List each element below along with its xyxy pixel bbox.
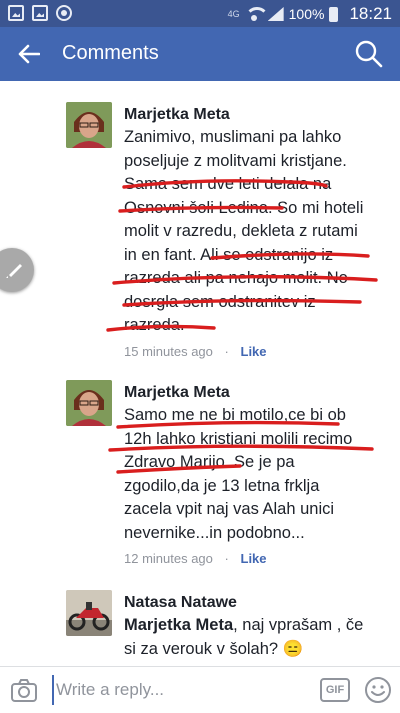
gallery-icon	[8, 5, 24, 21]
notification-icons	[8, 5, 72, 21]
avatar[interactable]	[66, 590, 112, 636]
comment-body: Marjetka Meta Samo me ne bi motilo,ce bi…	[124, 382, 390, 566]
search-icon	[355, 40, 383, 68]
edit-button[interactable]	[0, 248, 34, 292]
smiley-icon	[365, 677, 391, 703]
reply-bar: GIF	[0, 666, 400, 713]
search-button[interactable]	[354, 39, 384, 69]
wifi-icon	[244, 7, 269, 21]
comment-timestamp: 15 minutes ago	[124, 343, 213, 359]
sticker-button[interactable]	[364, 676, 392, 704]
status-bar: 4G 100% 18:21	[0, 0, 400, 27]
comment-author[interactable]: Marjetka Meta	[124, 104, 390, 126]
app-bar: Comments	[0, 27, 400, 81]
battery-icon	[329, 6, 339, 22]
battery-percent: 100%	[288, 6, 325, 22]
system-indicators: 4G 100% 18:21	[228, 4, 392, 24]
gallery-icon	[32, 5, 48, 21]
signal-icon	[267, 7, 284, 21]
comment-body: Natasa Natawe Marjetka Meta, naj vprašam…	[124, 592, 390, 661]
profile-photo-icon	[66, 102, 112, 148]
avatar[interactable]	[66, 380, 112, 426]
like-button[interactable]: Like	[241, 551, 267, 566]
comment-text: Samo me ne bi motilo,ce bi ob 12h lahko …	[124, 406, 353, 542]
comment-meta: 12 minutes ago · Like	[124, 551, 390, 566]
separator-dot: ·	[224, 343, 229, 359]
separator-dot: ·	[224, 551, 229, 566]
comment-body: Marjetka Meta Zanimivo, muslimani pa lah…	[124, 104, 390, 359]
mention-link[interactable]: Marjetka Meta	[124, 616, 233, 634]
avatar[interactable]	[66, 102, 112, 148]
comment-text: Marjetka Meta, naj vprašam , če si za ve…	[124, 614, 390, 661]
motorcycle-photo-icon	[66, 590, 112, 636]
camera-icon	[11, 679, 37, 702]
gif-button[interactable]: GIF	[320, 678, 350, 702]
comment-text: Zanimivo, muslimani pa lahko poseljuje z…	[124, 128, 364, 334]
pencil-icon	[6, 264, 22, 278]
chrome-icon	[56, 5, 72, 21]
network-type: 4G	[227, 8, 240, 19]
back-button[interactable]	[14, 39, 44, 69]
page-title: Comments	[62, 42, 159, 64]
clock: 18:21	[349, 4, 392, 23]
comment-author[interactable]: Natasa Natawe	[124, 592, 390, 614]
comment-meta: 15 minutes ago · Like	[124, 344, 390, 359]
profile-photo-icon	[66, 380, 112, 426]
reply-input[interactable]	[52, 675, 302, 705]
back-arrow-icon	[18, 44, 40, 64]
comment-timestamp: 12 minutes ago	[124, 551, 213, 566]
camera-button[interactable]	[10, 677, 38, 705]
like-button[interactable]: Like	[241, 344, 267, 359]
comment-author[interactable]: Marjetka Meta	[124, 382, 390, 404]
